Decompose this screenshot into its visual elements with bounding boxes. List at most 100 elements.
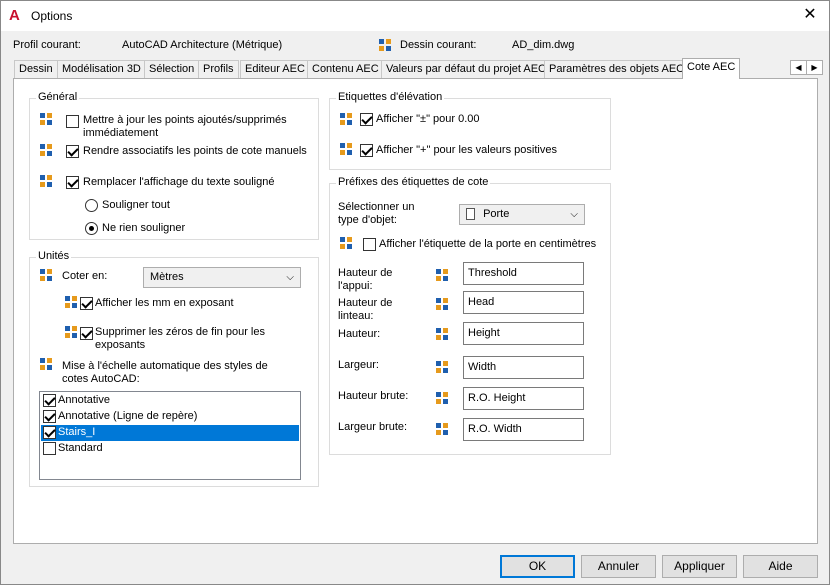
style-override-icon [40,113,52,125]
style-override-icon [340,237,352,249]
drawing-icon [379,39,391,51]
style-override-icon [340,113,352,125]
profile-label: Profil courant: [13,39,81,51]
coter-en-label: Coter en: [62,270,108,282]
associative-points-checkbox[interactable] [66,145,79,158]
tab-contenu-aec[interactable]: Contenu AEC [307,60,384,78]
style-override-icon [65,326,77,338]
list-item[interactable]: Stairs_I [41,425,299,441]
ok-button[interactable]: OK [500,555,575,578]
door-centimeters-checkbox[interactable] [363,238,376,251]
show-mm-superscript-label: Afficher les mm en exposant [95,297,234,309]
units-select-value: Mètres [150,271,184,283]
underline-none-radio[interactable] [85,222,98,235]
tab-dessin[interactable]: Dessin [14,60,58,78]
chevron-down-icon: ⌵ [286,272,294,283]
style-checkbox[interactable] [43,394,56,407]
list-item[interactable]: Annotative (Ligne de repère) [41,409,299,425]
style-checkbox[interactable] [43,442,56,455]
style-override-icon [436,361,448,373]
close-icon[interactable]: ✕ [801,6,819,24]
ro-width-label: Largeur brute: [338,421,408,433]
replace-underline-label: Remplacer l'affichage du texte souligné [83,176,275,188]
show-plus-minus-checkbox[interactable] [360,113,373,126]
style-override-icon [40,269,52,281]
drawing-label: Dessin courant: [400,39,477,51]
autocad-logo-icon: A [9,7,20,24]
dim-styles-list[interactable]: Annotative Annotative (Ligne de repère) … [39,391,301,480]
ro-height-field[interactable]: R.O. Height [463,387,584,410]
tab-scroll-left-icon[interactable]: ◀ [790,60,807,75]
show-plus-label: Afficher "+" pour les valeurs positives [376,144,557,156]
ro-height-label: Hauteur brute: [338,390,409,402]
window-title: Options [31,9,73,23]
style-label: Annotative (Ligne de repère) [58,410,198,422]
update-points-checkbox[interactable] [66,115,79,128]
title-bar: A Options ✕ [1,1,829,31]
style-label: Stairs_I [58,426,96,438]
sill-height-field[interactable]: Threshold [463,262,584,285]
tab-scroll-right-icon[interactable]: ▶ [806,60,823,75]
list-item[interactable]: Standard [41,441,299,457]
underline-all-label: Souligner tout [102,199,170,211]
units-title: Unités [36,250,72,262]
style-override-icon [436,392,448,404]
style-override-icon [436,269,448,281]
style-override-icon [436,423,448,435]
chevron-down-icon: ⌵ [570,209,578,220]
drawing-value: AD_dim.dwg [512,39,575,51]
options-dialog: A Options ✕ Profil courant: AutoCAD Arch… [0,0,830,585]
suppress-zeros-label: Supprimer les zéros de fin pour les expo… [95,326,265,351]
tab-selection[interactable]: Sélection [144,60,200,78]
sill-height-label: Hauteur de l'appui: [338,267,393,292]
tab-parametres-objets[interactable]: Paramètres des objets AEC [544,60,690,78]
height-field[interactable]: Height [463,322,584,345]
height-label: Hauteur: [338,328,381,340]
style-override-icon [40,144,52,156]
associative-points-label: Rendre associatifs les points de cote ma… [83,145,307,157]
style-override-icon [436,328,448,340]
object-type-label: Sélectionner un type d'objet: [338,201,415,226]
head-height-field[interactable]: Head [463,291,584,314]
elevation-title: Etiquettes d'élévation [336,91,445,103]
tab-modelisation-3d[interactable]: Modélisation 3D [57,60,146,78]
door-centimeters-label: Afficher l'étiquette de la porte en cent… [379,238,597,250]
show-plus-minus-label: Afficher "±" pour 0.00 [376,113,480,125]
auto-scale-label: Mise à l'échelle automatique des styles … [62,360,268,385]
object-type-select[interactable]: Porte ⌵ [459,204,585,225]
tab-cote-aec[interactable]: Cote AEC [682,58,741,79]
object-type-value: Porte [483,208,510,220]
tab-valeurs-defaut[interactable]: Valeurs par défaut du projet AEC [381,60,552,78]
show-plus-checkbox[interactable] [360,144,373,157]
help-button[interactable]: Aide [743,555,818,578]
show-mm-superscript-checkbox[interactable] [80,297,93,310]
prefixes-title: Préfixes des étiquettes de cote [336,176,491,188]
list-item[interactable]: Annotative [41,393,299,409]
style-override-icon [40,358,52,370]
elevation-group: Etiquettes d'élévation [329,91,611,170]
width-field[interactable]: Width [463,356,584,379]
update-points-label: Mettre à jour les points ajoutés/supprim… [83,114,287,139]
units-select[interactable]: Mètres ⌵ [143,267,301,288]
apply-button[interactable]: Appliquer [662,555,737,578]
style-override-icon [340,143,352,155]
profile-value: AutoCAD Architecture (Métrique) [122,39,283,51]
style-override-icon [436,298,448,310]
underline-none-label: Ne rien souligner [102,222,186,234]
cancel-button[interactable]: Annuler [581,555,656,578]
style-checkbox[interactable] [43,426,56,439]
suppress-zeros-checkbox[interactable] [80,327,93,340]
style-label: Standard [58,442,103,454]
door-icon [466,208,475,221]
replace-underline-checkbox[interactable] [66,176,79,189]
ro-width-field[interactable]: R.O. Width [463,418,584,441]
style-label: Annotative [58,394,110,406]
style-checkbox[interactable] [43,410,56,423]
general-title: Général [36,91,80,103]
style-override-icon [65,296,77,308]
underline-all-radio[interactable] [85,199,98,212]
tab-profils[interactable]: Profils [198,60,239,78]
head-height-label: Hauteur de linteau: [338,297,393,322]
tab-editeur-aec[interactable]: Editeur AEC [240,60,310,78]
style-override-icon [40,175,52,187]
